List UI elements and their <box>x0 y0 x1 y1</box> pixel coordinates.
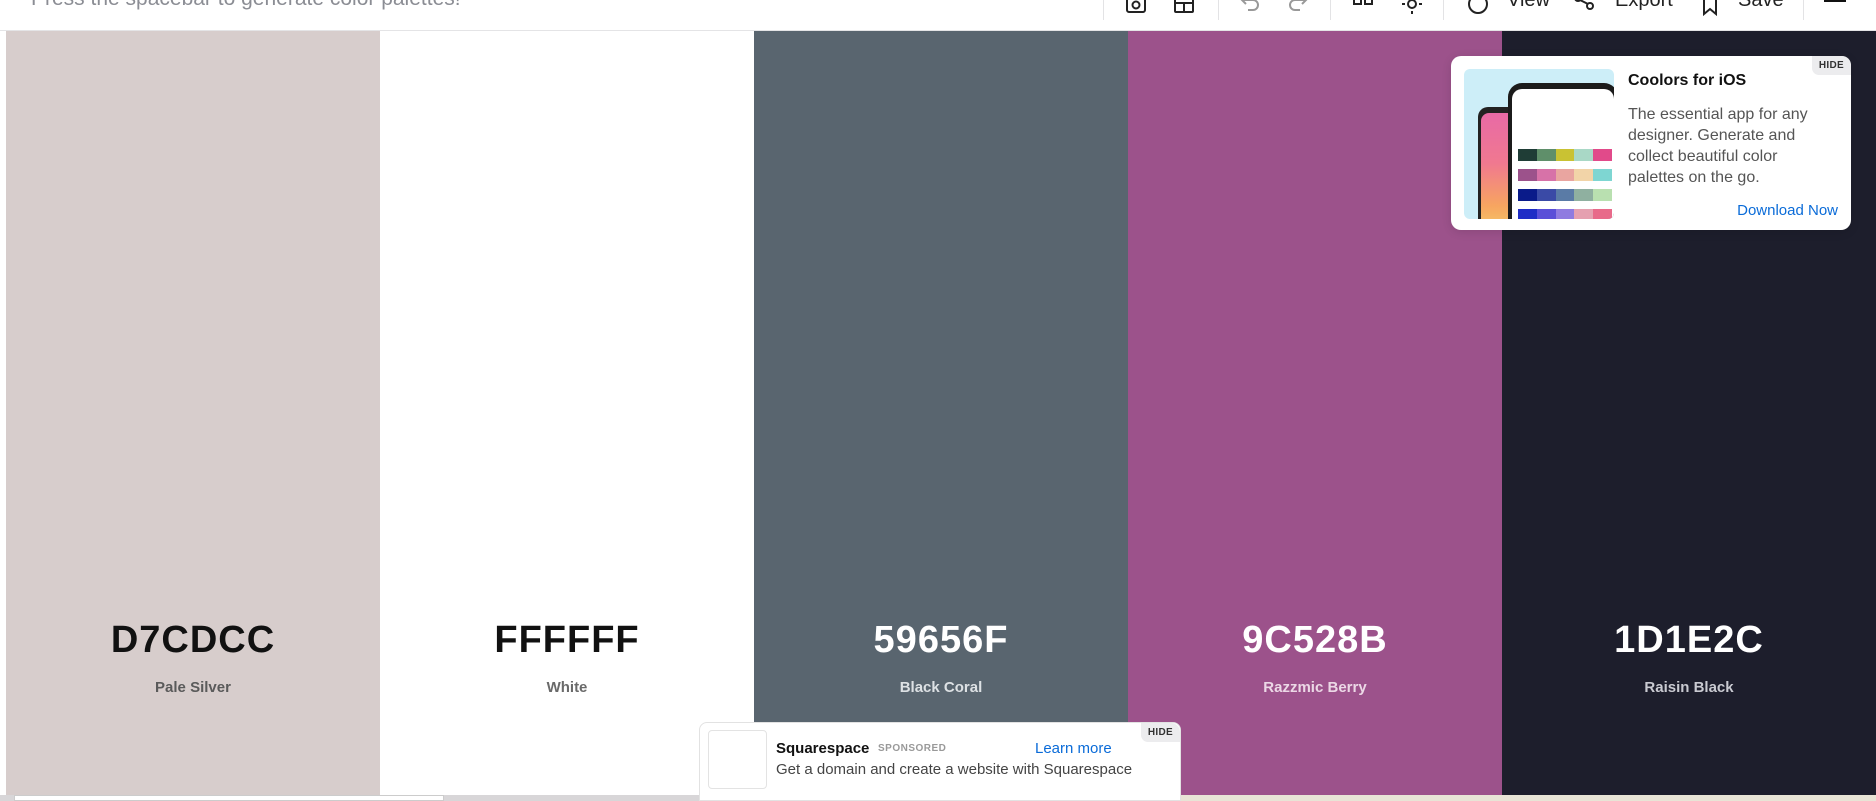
swatch-hex-code[interactable]: 9C528B <box>1128 619 1502 662</box>
layout-icon[interactable] <box>1172 0 1196 16</box>
promo-description: The essential app for any designer. Gene… <box>1628 106 1808 186</box>
toolbar-divider <box>1443 0 1444 20</box>
ad-hide-button[interactable]: HIDE <box>1140 723 1180 742</box>
swatch-hex-code[interactable]: FFFFFF <box>380 619 754 662</box>
camera-icon[interactable] <box>1124 0 1148 16</box>
export-button[interactable]: Export <box>1615 0 1673 12</box>
spacebar-hint: Press the spacebar to generate color pal… <box>31 0 461 11</box>
eye-icon[interactable] <box>1466 0 1490 16</box>
swatch-color-name[interactable]: White <box>380 679 754 696</box>
grid-icon[interactable] <box>1351 0 1375 16</box>
sponsored-ad: Squarespace SPONSORED Learn more Get a d… <box>699 722 1181 801</box>
share-icon[interactable] <box>1572 0 1596 16</box>
view-button[interactable]: View <box>1507 0 1550 12</box>
toolbar-divider <box>1330 0 1331 20</box>
redo-icon[interactable] <box>1286 0 1310 16</box>
ad-title[interactable]: Squarespace <box>776 740 869 757</box>
top-toolbar: Press the spacebar to generate color pal… <box>0 0 1876 31</box>
save-button[interactable]: Save <box>1738 0 1784 12</box>
toolbar-divider <box>1103 0 1104 20</box>
star-icon[interactable] <box>1698 0 1722 16</box>
swatch-color-name[interactable]: Razzmic Berry <box>1128 679 1502 696</box>
color-swatch[interactable]: 59656F Black Coral <box>754 31 1128 795</box>
color-swatch[interactable]: 9C528B Razzmic Berry <box>1128 31 1502 795</box>
swatch-color-name[interactable]: Raisin Black <box>1502 679 1876 696</box>
swatch-hex-code[interactable]: 1D1E2C <box>1502 619 1876 662</box>
download-now-link[interactable]: Download Now <box>1737 202 1838 219</box>
coolors-generator-page: Press the spacebar to generate color pal… <box>0 0 1876 801</box>
menu-icon[interactable] <box>1824 0 1846 6</box>
sponsored-badge: SPONSORED <box>878 743 947 754</box>
swatch-hex-code[interactable]: 59656F <box>754 619 1128 662</box>
undo-icon[interactable] <box>1238 0 1262 16</box>
toolbar-divider <box>1218 0 1219 20</box>
toolbar-divider <box>1803 0 1804 20</box>
ad-description: Get a domain and create a website with S… <box>776 761 1133 778</box>
learn-more-link[interactable]: Learn more <box>1035 740 1112 757</box>
ad-logo <box>708 730 767 789</box>
sun-icon[interactable] <box>1400 0 1424 16</box>
ios-app-promo: Coolors for iOS The essential app for an… <box>1451 56 1851 230</box>
swatch-color-name[interactable]: Black Coral <box>754 679 1128 696</box>
promo-title: Coolors for iOS <box>1628 72 1747 89</box>
color-swatch[interactable]: FFFFFF White <box>380 31 754 795</box>
ios-app-screenshot <box>1464 69 1614 219</box>
swatch-hex-code[interactable]: D7CDCC <box>6 619 380 662</box>
swatch-color-name[interactable]: Pale Silver <box>6 679 380 696</box>
promo-hide-button[interactable]: HIDE <box>1811 56 1851 75</box>
color-swatch[interactable]: D7CDCC Pale Silver <box>6 31 380 795</box>
